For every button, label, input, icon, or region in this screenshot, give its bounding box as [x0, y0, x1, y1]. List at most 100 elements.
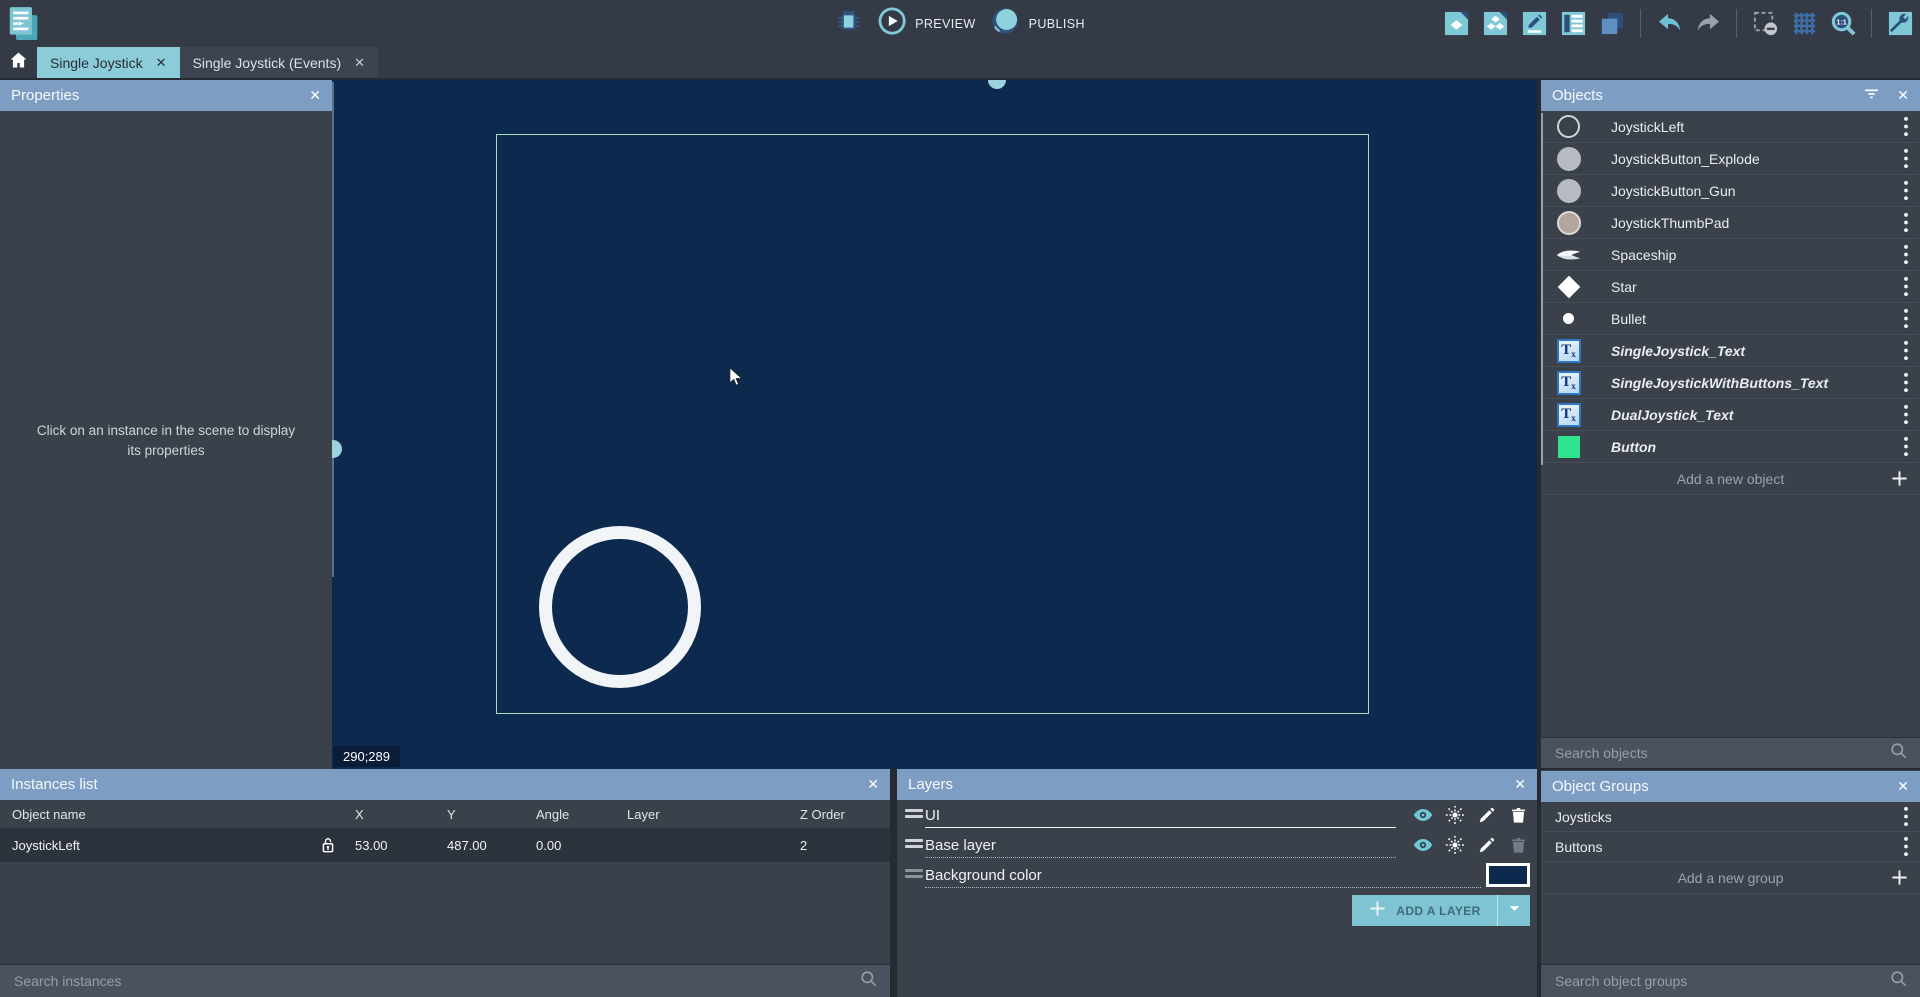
object-row[interactable]: Star: [1541, 271, 1920, 303]
close-icon[interactable]: ✕: [309, 87, 321, 104]
deselect-instances-icon[interactable]: [1751, 10, 1779, 38]
home-tab[interactable]: [0, 47, 37, 78]
layer-row[interactable]: UI: [897, 800, 1537, 830]
instances-list-panel-icon[interactable]: [1559, 10, 1587, 38]
tab-close-icon[interactable]: ✕: [354, 55, 365, 71]
object-groups-panel-icon[interactable]: [1481, 10, 1509, 38]
preview-button[interactable]: PREVIEW: [878, 7, 975, 40]
object-name: JoystickThumbPad: [1611, 215, 1896, 231]
tab-single-joystick-events-[interactable]: Single Joystick (Events)✕: [180, 47, 379, 78]
close-icon[interactable]: ✕: [1897, 778, 1909, 795]
pencil-icon[interactable]: [1474, 804, 1499, 826]
object-row[interactable]: JoystickLeft: [1541, 111, 1920, 143]
column-layer: Layer: [627, 807, 800, 822]
object-name: Button: [1611, 439, 1896, 455]
redo-icon[interactable]: [1694, 10, 1722, 38]
search-object-groups-input[interactable]: [1553, 972, 1889, 990]
lock-open-icon[interactable]: [300, 835, 355, 855]
object-menu-icon[interactable]: [1896, 275, 1916, 298]
object-row[interactable]: JoystickButton_Gun: [1541, 175, 1920, 207]
project-manager-icon[interactable]: [8, 4, 42, 44]
search-instances-input[interactable]: [12, 972, 859, 990]
object-menu-icon[interactable]: [1896, 371, 1916, 394]
instance-row[interactable]: JoystickLeft53.00487.000.002: [0, 828, 890, 862]
object-menu-icon[interactable]: [1896, 243, 1916, 266]
object-menu-icon[interactable]: [1896, 339, 1916, 362]
layers-title: Layers: [908, 776, 1498, 793]
group-menu-icon[interactable]: [1896, 805, 1916, 828]
object-thumbnail-small-dot: [1555, 305, 1582, 332]
settings-icon[interactable]: [1886, 10, 1914, 38]
add-group-button[interactable]: Add a new group: [1541, 862, 1920, 894]
object-groups-panel: Object Groups ✕ Joysticks Buttons Add a n…: [1541, 771, 1920, 894]
object-row[interactable]: TxSingleJoystick_Text: [1541, 335, 1920, 367]
object-menu-icon[interactable]: [1896, 179, 1916, 202]
object-row[interactable]: TxDualJoystick_Text: [1541, 399, 1920, 431]
object-menu-icon[interactable]: [1896, 115, 1916, 138]
object-menu-icon[interactable]: [1896, 307, 1916, 330]
layer-name-field[interactable]: Base layer: [925, 837, 1396, 858]
vertical-scrollbar-thumb[interactable]: [332, 440, 342, 458]
close-icon[interactable]: ✕: [1514, 776, 1526, 793]
mouse-cursor-icon: [724, 365, 747, 393]
object-row[interactable]: TxSingleJoystickWithButtons_Text: [1541, 367, 1920, 399]
background-color-row[interactable]: Background color: [897, 860, 1537, 890]
add-layer-button[interactable]: ADD A LAYER: [1352, 895, 1530, 926]
search-objects-input[interactable]: [1553, 744, 1889, 762]
object-row[interactable]: Spaceship: [1541, 239, 1920, 271]
right-column: Objects ✕ JoystickLeftJoystickButton_Exp…: [1541, 78, 1920, 997]
object-menu-icon[interactable]: [1896, 211, 1916, 234]
pencil-icon[interactable]: [1474, 834, 1499, 856]
group-row[interactable]: Joysticks: [1541, 802, 1920, 832]
debug-icon[interactable]: [835, 8, 862, 40]
group-menu-icon[interactable]: [1896, 835, 1916, 858]
drag-handle-icon[interactable]: [905, 809, 923, 818]
background-color-swatch[interactable]: [1486, 863, 1530, 887]
objects-panel-icon[interactable]: [1442, 10, 1470, 38]
drag-handle-icon[interactable]: [905, 839, 923, 848]
undo-icon[interactable]: [1655, 10, 1683, 38]
add-object-button[interactable]: Add a new object: [1541, 463, 1920, 495]
eye-icon[interactable]: [1410, 804, 1435, 826]
object-menu-icon[interactable]: [1896, 403, 1916, 426]
object-row[interactable]: Button: [1541, 431, 1920, 463]
scene-canvas[interactable]: 290;289: [332, 78, 1537, 769]
object-name: Bullet: [1611, 311, 1896, 327]
close-icon[interactable]: ✕: [867, 776, 879, 793]
column-z-order: Z Order: [800, 807, 890, 822]
tab-close-icon[interactable]: ✕: [156, 55, 167, 71]
object-row[interactable]: JoystickThumbPad: [1541, 207, 1920, 239]
publish-button[interactable]: PUBLISH: [992, 7, 1085, 40]
object-row[interactable]: Bullet: [1541, 303, 1920, 335]
properties-panel-icon[interactable]: [1520, 10, 1548, 38]
chevron-down-icon: [1507, 901, 1522, 921]
layer-row[interactable]: Base layer: [897, 830, 1537, 860]
tab-single-joystick[interactable]: Single Joystick✕: [37, 47, 180, 78]
layer-name-field[interactable]: UI: [925, 807, 1396, 828]
object-menu-icon[interactable]: [1896, 435, 1916, 458]
trash-icon: [1506, 834, 1531, 856]
search-icon: [1889, 969, 1908, 993]
close-icon[interactable]: ✕: [1897, 87, 1909, 104]
horizontal-scrollbar-thumb[interactable]: [988, 78, 1006, 89]
filter-icon[interactable]: [1862, 84, 1881, 108]
trash-icon[interactable]: [1506, 804, 1531, 826]
add-layer-dropdown[interactable]: [1498, 895, 1530, 926]
object-name: JoystickButton_Explode: [1611, 151, 1896, 167]
properties-panel: Properties ✕ Click on an instance in the…: [0, 78, 332, 769]
eye-icon[interactable]: [1410, 834, 1435, 856]
layers-panel-icon[interactable]: [1598, 10, 1626, 38]
object-groups-header: Object Groups ✕: [1541, 771, 1920, 802]
effects-icon[interactable]: [1442, 834, 1467, 856]
group-row[interactable]: Buttons: [1541, 832, 1920, 862]
add-layer-main[interactable]: ADD A LAYER: [1352, 895, 1498, 926]
vertical-scrollbar[interactable]: [332, 82, 334, 577]
object-menu-icon[interactable]: [1896, 147, 1916, 170]
grid-icon[interactable]: [1790, 10, 1818, 38]
joystick-instance[interactable]: [539, 526, 701, 688]
group-name: Joysticks: [1555, 809, 1896, 825]
object-row[interactable]: JoystickButton_Explode: [1541, 143, 1920, 175]
effects-icon[interactable]: [1442, 804, 1467, 826]
zoom-original-icon[interactable]: 1:1: [1829, 10, 1857, 38]
properties-empty-message: Click on an instance in the scene to dis…: [35, 421, 297, 462]
